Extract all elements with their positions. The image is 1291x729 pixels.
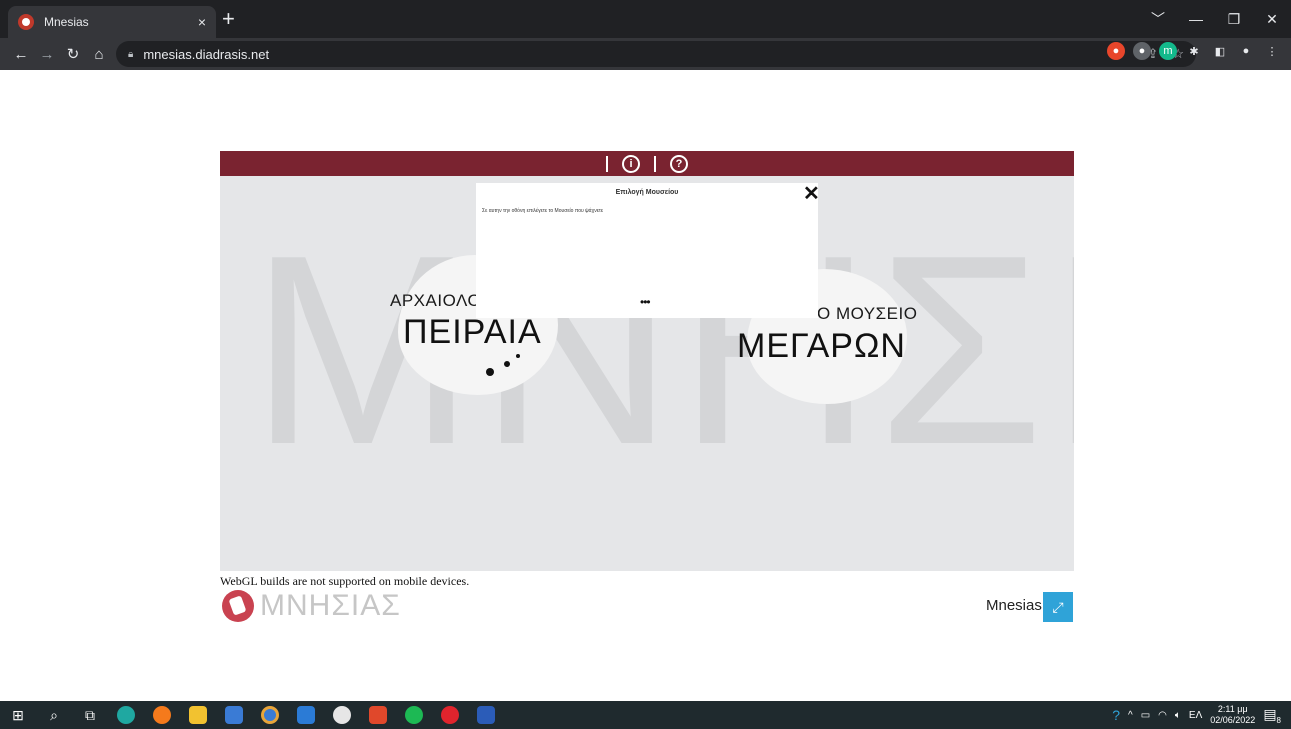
help-tray-icon[interactable]: ? bbox=[1112, 707, 1120, 723]
language-indicator[interactable]: ΕΛ bbox=[1189, 710, 1202, 721]
dialog-pager-dots-icon: ••• bbox=[640, 295, 651, 309]
museum-left-title[interactable]: ΠΕΙΡΑΙΑ bbox=[403, 313, 542, 352]
restore-button[interactable]: ❐ bbox=[1215, 0, 1253, 38]
shield-extension-icon[interactable]: ● bbox=[1133, 42, 1151, 60]
tab-close-icon[interactable]: × bbox=[198, 14, 206, 30]
museum-left-dot-icon bbox=[486, 368, 494, 376]
adblock-extension-icon[interactable]: ● bbox=[1107, 42, 1125, 60]
dialog-close-icon[interactable]: ✕ bbox=[803, 181, 820, 206]
browser-toolbar: ← → ↻ ⌂ 🔒︎ mnesias.diadrasis.net ⇪ ☆ ● ●… bbox=[0, 38, 1291, 70]
webgl-canvas[interactable]: ΜΝΗΣΙΑΣ ΑΡΧΑΙΟΛΟΓ ΠΕΙΡΑΙΑ Ο ΜΟΥΣΕΙΟ ΜΕΓΑ… bbox=[220, 151, 1074, 571]
notification-center-icon[interactable]: ▤8 bbox=[1263, 706, 1281, 725]
lock-icon[interactable]: 🔒︎ bbox=[128, 49, 133, 60]
help-button[interactable]: ? bbox=[670, 154, 688, 173]
fullscreen-button[interactable]: ⤢ bbox=[1043, 592, 1073, 622]
window-controls: ﹀ — ❐ ✕ bbox=[1139, 0, 1291, 38]
footer-title: Mnesias bbox=[986, 597, 1042, 614]
task-view-icon[interactable]: ⧉ bbox=[72, 701, 108, 729]
mail-app-icon[interactable] bbox=[288, 701, 324, 729]
museum-right-title[interactable]: ΜΕΓΑΡΩΝ bbox=[737, 327, 906, 366]
new-tab-button[interactable]: + bbox=[222, 8, 235, 30]
side-panel-icon[interactable]: ◧ bbox=[1211, 42, 1229, 60]
opera-app-icon[interactable] bbox=[432, 701, 468, 729]
close-window-button[interactable]: ✕ bbox=[1253, 0, 1291, 38]
clock-date: 02/06/2022 bbox=[1210, 715, 1256, 725]
dialog-title: Επιλογή Μουσείου bbox=[615, 189, 679, 196]
battery-icon[interactable]: ▭ bbox=[1141, 710, 1150, 721]
firefox-app-icon[interactable] bbox=[144, 701, 180, 729]
logo-mark-icon bbox=[222, 590, 254, 622]
volume-icon[interactable]: 🔈︎ bbox=[1175, 710, 1181, 721]
app-topbar: i ? bbox=[220, 151, 1074, 176]
site-favicon-icon bbox=[18, 14, 34, 30]
edge-app-icon[interactable] bbox=[108, 701, 144, 729]
museum-left-dot-icon bbox=[516, 354, 520, 358]
tab-title: Mnesias bbox=[44, 15, 89, 29]
divider bbox=[606, 155, 608, 172]
extensions-area: ● ● m ✱ ◧ ● ⋮ bbox=[1107, 42, 1281, 60]
browser-tab[interactable]: Mnesias × bbox=[8, 6, 216, 38]
reload-icon[interactable]: ↻ bbox=[60, 41, 86, 67]
webgl-warning: WebGL builds are not supported on mobile… bbox=[220, 574, 470, 588]
store-app-icon[interactable] bbox=[216, 701, 252, 729]
m-extension-icon[interactable]: m bbox=[1159, 42, 1177, 60]
office-app-icon[interactable] bbox=[360, 701, 396, 729]
clock[interactable]: 2:11 μμ 02/06/2022 bbox=[1210, 704, 1255, 726]
puzzle-extensions-icon[interactable]: ✱ bbox=[1185, 42, 1203, 60]
divider bbox=[654, 155, 656, 172]
address-bar[interactable]: 🔒︎ mnesias.diadrasis.net ⇪ ☆ bbox=[116, 41, 1196, 67]
logo-wordmark: ΜΝΗΣΙΑΣ bbox=[260, 589, 401, 622]
url-text[interactable]: mnesias.diadrasis.net bbox=[143, 47, 269, 62]
info-button[interactable]: i bbox=[622, 154, 640, 173]
spotify-app-icon[interactable] bbox=[396, 701, 432, 729]
show-hidden-icon[interactable]: ^ bbox=[1128, 710, 1133, 721]
museum-left-dot-icon bbox=[504, 361, 510, 367]
dialog-text: Σε αυτην την οθόνη επιλέγετε το Μουσείο … bbox=[482, 208, 604, 214]
word-app-icon[interactable] bbox=[468, 701, 504, 729]
browser-tabstrip: Mnesias × + ﹀ — ❐ ✕ bbox=[0, 0, 1291, 38]
wifi-icon[interactable]: ◠ bbox=[1158, 710, 1167, 721]
profile-icon[interactable]: ● bbox=[1237, 42, 1255, 60]
back-icon[interactable]: ← bbox=[8, 41, 34, 67]
clock-time: 2:11 μμ bbox=[1217, 704, 1248, 714]
forward-icon[interactable]: → bbox=[34, 41, 60, 67]
github-app-icon[interactable] bbox=[324, 701, 360, 729]
tab-search-icon[interactable]: ﹀ bbox=[1139, 0, 1177, 38]
notification-count: 8 bbox=[1276, 715, 1281, 725]
museum-right-subtitle[interactable]: Ο ΜΟΥΣΕΙΟ bbox=[817, 304, 917, 324]
menu-kebab-icon[interactable]: ⋮ bbox=[1263, 42, 1281, 60]
minimize-button[interactable]: — bbox=[1177, 0, 1215, 38]
system-tray: ? ^ ▭ ◠ 🔈︎ ΕΛ 2:11 μμ 02/06/2022 ▤8 bbox=[1112, 701, 1291, 729]
chrome-app-icon[interactable] bbox=[252, 701, 288, 729]
windows-start-icon[interactable]: ⊞ bbox=[0, 701, 36, 729]
os-taskbar: ⊞ ⌕ ⧉ ? ^ ▭ ◠ 🔈︎ ΕΛ 2:11 μμ 02/06/2022 ▤… bbox=[0, 701, 1291, 729]
file-explorer-app-icon[interactable] bbox=[180, 701, 216, 729]
footer-logo: ΜΝΗΣΙΑΣ bbox=[222, 589, 401, 623]
info-dialog: Επιλογή Μουσείου Σε αυτην την οθόνη επιλ… bbox=[476, 181, 820, 318]
search-icon[interactable]: ⌕ bbox=[36, 701, 72, 729]
home-icon[interactable]: ⌂ bbox=[86, 41, 112, 67]
